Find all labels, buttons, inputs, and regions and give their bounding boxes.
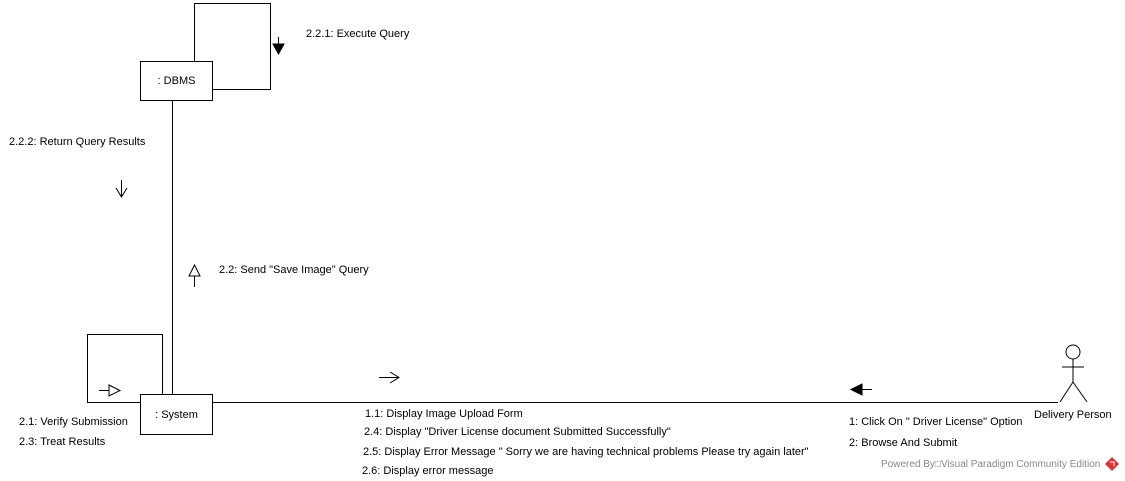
message-2-4: 2.4: Display "Driver License document Su… xyxy=(364,426,671,438)
actor-label: Delivery Person xyxy=(1034,409,1112,421)
system-label: : System xyxy=(155,408,198,421)
system-self-loop xyxy=(87,334,163,403)
message-2-1: 2.1: Verify Submission xyxy=(19,416,128,428)
actor-stick-figure-icon xyxy=(1059,344,1088,403)
message-2-5: 2.5: Display Error Message " Sorry we ar… xyxy=(363,446,809,458)
arrow-down-icon xyxy=(272,37,285,56)
dbms-label: : DBMS xyxy=(157,75,196,87)
message-2: 2: Browse And Submit xyxy=(849,437,958,449)
message-1-1: 1.1: Display Image Upload Form xyxy=(365,408,523,420)
arrow-down-open-icon xyxy=(115,180,128,198)
message-2-2-1: 2.2.1: Execute Query xyxy=(306,28,410,40)
message-2-3: 2.3: Treat Results xyxy=(19,436,106,448)
arrow-up-hollow-icon xyxy=(188,263,201,287)
message-2-6: 2.6: Display error message xyxy=(362,465,494,477)
arrow-left-icon xyxy=(849,383,872,396)
system-lifeline-box[interactable]: : System xyxy=(140,394,213,435)
dbms-lifeline-box[interactable]: : DBMS xyxy=(140,61,213,101)
arrow-right-open-icon xyxy=(379,371,400,384)
message-1: 1: Click On " Driver License" Option xyxy=(849,416,1023,428)
watermark: Powered By□Visual Paradigm Community Edi… xyxy=(881,459,1101,470)
message-2-2: 2.2: Send "Save Image" Query xyxy=(219,264,369,276)
visual-paradigm-logo-icon xyxy=(1105,457,1119,471)
communication-diagram: : DBMS : System Delivery Person 2.2.1: E… xyxy=(0,0,1125,481)
message-2-2-2: 2.2.2: Return Query Results xyxy=(9,136,146,148)
arrow-right-hollow-icon xyxy=(99,384,122,397)
